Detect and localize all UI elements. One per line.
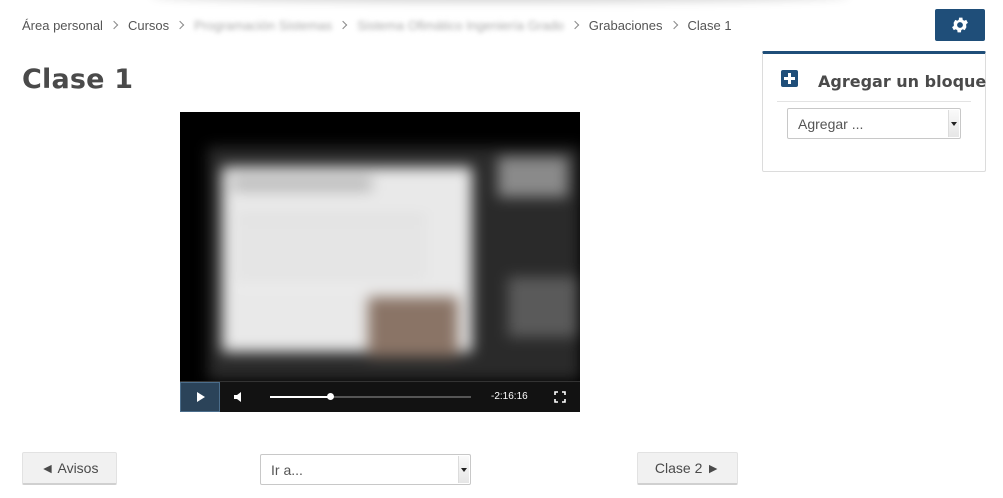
video-controls: -2:16:16: [180, 381, 580, 412]
video-frame-screen-bar: [232, 177, 372, 191]
chevron-right-icon: [175, 20, 185, 30]
fullscreen-icon[interactable]: [554, 391, 566, 403]
plus-square-icon: [781, 70, 798, 87]
chevron-right-icon: [109, 20, 119, 30]
breadcrumb-cursos[interactable]: Cursos: [128, 18, 169, 33]
video-player[interactable]: -2:16:16: [180, 112, 580, 412]
add-block-title: Agregar un bloque: [818, 72, 987, 91]
add-block-panel: Agregar un bloque Agregar ...: [762, 51, 986, 172]
breadcrumb: Área personal Cursos Programación Sistem…: [22, 16, 732, 34]
breadcrumb-course[interactable]: Programación Sistemas: [194, 18, 332, 33]
add-block-select-value: Agregar ...: [798, 116, 864, 132]
breadcrumb-grabaciones[interactable]: Grabaciones: [589, 18, 663, 33]
video-time-remaining: -2:16:16: [491, 391, 528, 402]
gear-icon: [952, 17, 968, 33]
chevron-right-icon: [570, 20, 580, 30]
settings-button[interactable]: [935, 9, 985, 41]
dropdown-arrow-icon: [948, 110, 959, 137]
dropdown-arrow-icon: [458, 456, 469, 483]
page-title: Clase 1: [22, 64, 134, 95]
video-progress-knob[interactable]: [327, 393, 335, 400]
video-frame: [208, 147, 580, 380]
volume-icon[interactable]: [232, 389, 248, 405]
video-frame-person: [368, 297, 458, 357]
add-block-select[interactable]: Agregar ...: [787, 108, 961, 139]
chevron-right-icon: [338, 20, 348, 30]
add-block-header: Agregar un bloque: [777, 68, 986, 102]
breadcrumb-area-personal[interactable]: Área personal: [22, 18, 103, 33]
next-activity-button[interactable]: Clase 2 ►: [637, 452, 738, 485]
video-progress-bar[interactable]: [270, 393, 471, 400]
video-frame-side-lower: [508, 277, 578, 337]
video-progress-fill: [270, 396, 331, 398]
video-frame-side: [498, 157, 568, 197]
chevron-right-icon: [669, 20, 678, 30]
play-icon[interactable]: [180, 382, 220, 412]
breadcrumb-section[interactable]: Sistema Ofimático Ingeniería Grado: [357, 18, 564, 33]
breadcrumb-current: Clase 1: [687, 17, 732, 33]
video-frame-screen-lines: [236, 217, 426, 287]
prev-activity-button[interactable]: ◄ Avisos: [22, 452, 117, 485]
jump-to-select[interactable]: Ir a...: [260, 454, 471, 485]
jump-to-select-value: Ir a...: [271, 462, 303, 478]
